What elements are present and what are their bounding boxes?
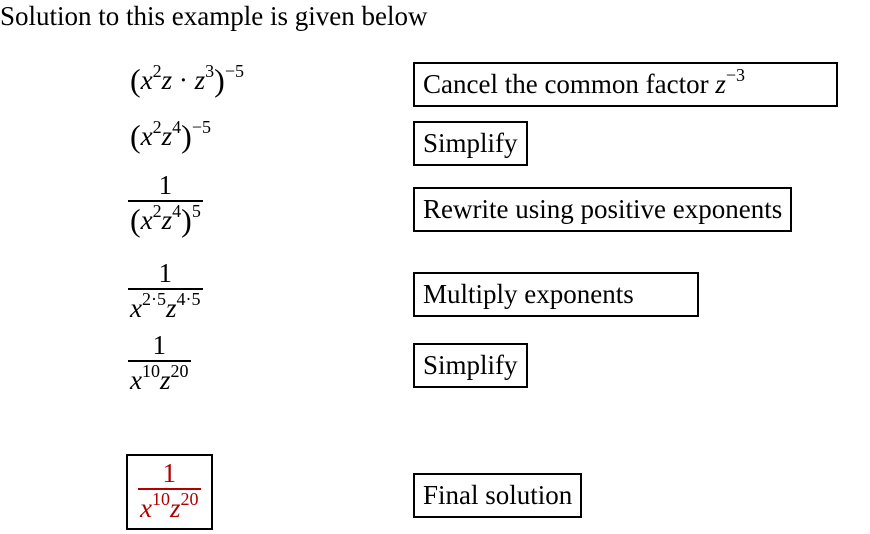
step-5-expression: 1 x10z20	[128, 330, 191, 395]
step-1-note: Cancel the common factor z−3	[413, 62, 838, 107]
step-1-expression: (x2z · z3)−5	[130, 61, 244, 98]
intro-text: Solution to this example is given below	[0, 1, 428, 31]
step-2-note: Simplify	[413, 121, 528, 166]
step-4-expression: 1 x2·5z4·5	[128, 258, 203, 323]
step-4-note: Multiply exponents	[413, 272, 699, 317]
final-note: Final solution	[413, 473, 583, 518]
step-3-expression: 1 (x2z4)5	[128, 170, 203, 238]
step-2-expression: (x2z4)−5	[130, 117, 211, 154]
final-answer: 1 x10z20	[126, 454, 213, 530]
step-3-note: Rewrite using positive exponents	[413, 187, 793, 232]
step-5-note: Simplify	[413, 343, 528, 388]
final-answer-box: 1 x10z20	[126, 454, 213, 530]
